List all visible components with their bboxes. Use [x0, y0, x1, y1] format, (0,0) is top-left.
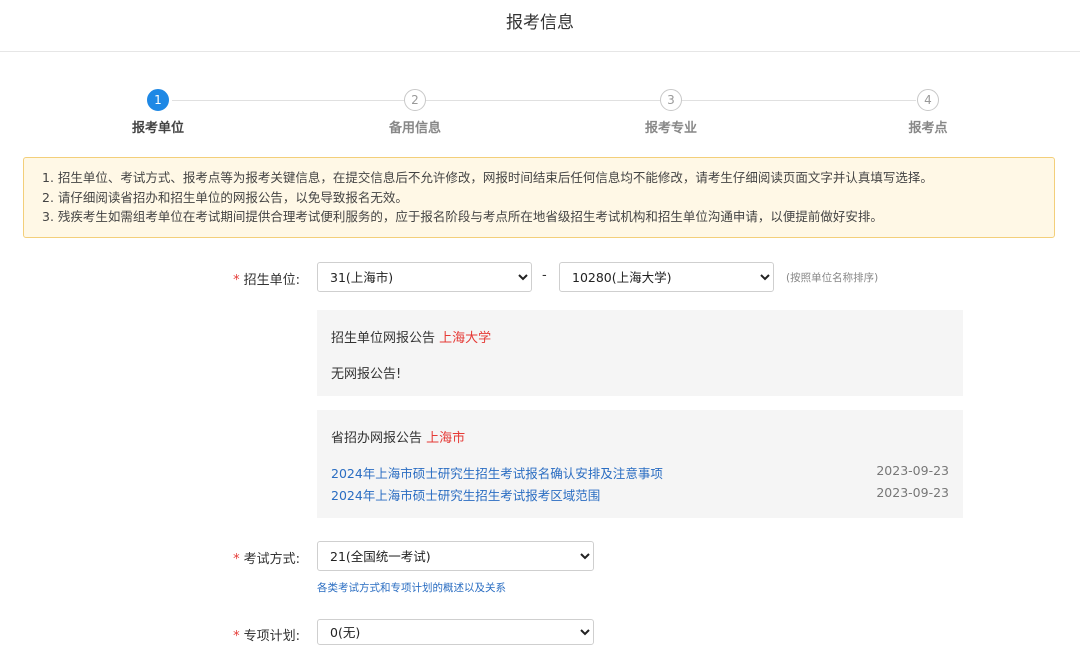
step-label: 报考单位	[131, 121, 184, 136]
notice-line-1: 1. 招生单位、考试方式、报考点等为报考关键信息，在提交信息后不允许修改，网报时…	[42, 170, 933, 185]
school-notice-title: 招生单位网报公告 上海大学	[331, 331, 492, 346]
step-label: 报考专业	[644, 121, 697, 136]
page-header: 报考信息	[0, 0, 1080, 52]
separator-dash: -	[542, 268, 547, 283]
news-item[interactable]: 2024年上海市硕士研究生招生考试报考区域范围 2023-09-23	[331, 485, 949, 504]
required-mark: *	[233, 273, 240, 288]
step-2: 2 备用信息	[355, 88, 475, 136]
step-number: 4	[917, 89, 939, 111]
news-link[interactable]: 2024年上海市硕士研究生招生考试报名确认安排及注意事项	[331, 466, 663, 481]
province-select[interactable]: 31(上海市)	[317, 262, 532, 292]
plan-label-text: 专项计划:	[243, 629, 300, 644]
school-select[interactable]: 10280(上海大学)	[559, 262, 774, 292]
school-name: 上海大学	[439, 331, 492, 346]
news-date: 2023-09-23	[876, 463, 949, 478]
exam-label: * 考试方式:	[0, 548, 300, 567]
step-label: 报考点	[908, 121, 948, 136]
progress-stepper: 1 报考单位 2 备用信息 3 报考专业 4 报考点	[0, 88, 1080, 138]
exam-method-select[interactable]: 21(全国统一考试)	[317, 541, 594, 571]
page-title: 报考信息	[506, 13, 574, 33]
exam-method-help-link[interactable]: 各类考试方式和专项计划的概述以及关系	[317, 580, 506, 595]
sort-hint: (按照单位名称排序)	[786, 272, 879, 284]
news-item[interactable]: 2024年上海市硕士研究生招生考试报名确认安排及注意事项 2023-09-23	[331, 463, 949, 482]
required-mark: *	[233, 552, 240, 567]
exam-label-text: 考试方式:	[243, 552, 300, 567]
special-plan-select[interactable]: 0(无)	[317, 619, 594, 645]
unit-label: * 招生单位:	[0, 269, 300, 288]
unit-label-text: 招生单位:	[243, 273, 300, 288]
step-number: 2	[404, 89, 426, 111]
required-mark: *	[233, 629, 240, 644]
step-3: 3 报考专业	[611, 88, 731, 136]
notice-box: 1. 招生单位、考试方式、报考点等为报考关键信息，在提交信息后不允许修改，网报时…	[23, 157, 1055, 238]
province-name: 上海市	[426, 431, 466, 446]
step-number: 3	[660, 89, 682, 111]
step-number: 1	[147, 89, 169, 111]
plan-label: * 专项计划:	[0, 625, 300, 644]
notice-line-2: 2. 请仔细阅读省招办和招生单位的网报公告，以免导致报名无效。	[42, 189, 408, 205]
news-date: 2023-09-23	[876, 485, 949, 500]
step-1: 1 报考单位	[98, 88, 218, 136]
step-label: 备用信息	[388, 121, 441, 136]
notice-line-3: 3. 残疾考生如需组考单位在考试期间提供合理考试便利服务的，应于报名阶段与考点所…	[42, 209, 883, 224]
province-notice-panel: 省招办网报公告 上海市 2024年上海市硕士研究生招生考试报名确认安排及注意事项…	[317, 410, 963, 518]
step-4: 4 报考点	[868, 88, 988, 136]
news-link[interactable]: 2024年上海市硕士研究生招生考试报考区域范围	[331, 488, 600, 503]
school-notice-body: 无网报公告!	[331, 367, 402, 382]
province-notice-title: 省招办网报公告 上海市	[331, 431, 466, 446]
school-notice-panel: 招生单位网报公告 上海大学 无网报公告!	[317, 310, 963, 396]
